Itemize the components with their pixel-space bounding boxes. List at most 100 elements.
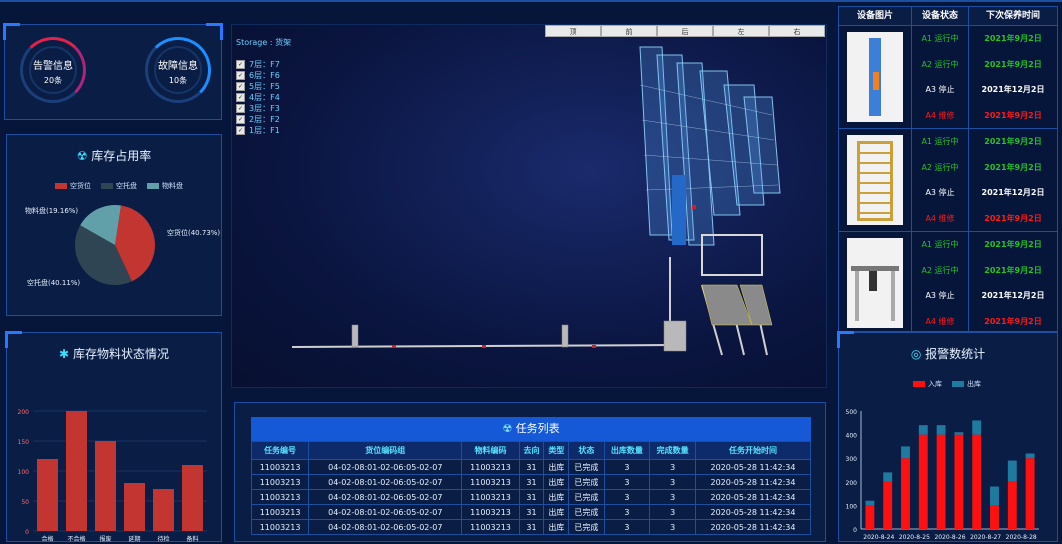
rack-lift-icon[interactable]	[847, 135, 903, 225]
legend-item[interactable]: 出库	[952, 379, 981, 389]
task-list-title: 任务列表	[515, 422, 560, 435]
device-rows: A1 运行中 A2 运行中 A3 停止 A4 维修 2021年9月2日 2021年9月2日…	[839, 26, 1057, 335]
task-cell: 04-02-08:01-02-06:05-02-07	[308, 474, 463, 490]
vertical-lift-icon[interactable]	[847, 32, 903, 122]
task-header-cell[interactable]: 货位编码组	[308, 441, 463, 460]
task-cell: 已完成	[568, 489, 605, 505]
alarm-gauge[interactable]: 告警信息 20条	[20, 37, 86, 103]
warehouse-3d-model	[291, 46, 781, 356]
x-tick-label: 2020-8-27	[970, 534, 1001, 541]
alarm-gauge-label: 告警信息	[33, 61, 73, 72]
device-status: A1 运行中	[921, 137, 959, 147]
task-header-cell[interactable]: 完成数量	[649, 441, 696, 460]
device-status-cell: A1 运行中 A2 运行中 A3 停止 A4 维修	[912, 232, 969, 334]
inventory-usage-title-row: ☢ 库存占用率	[7, 147, 221, 164]
legend-item[interactable]: 入库	[913, 379, 942, 389]
task-list-panel: ☢ 任务列表 任务编号 货位编码组 物料编码 去向 类型 状态 出库数量 完成数量 任务开始时间…	[234, 402, 826, 542]
bar	[124, 483, 145, 531]
view-front-button[interactable]: 前	[601, 25, 657, 37]
biohazard-icon: ☢	[502, 422, 513, 435]
task-cell: 04-02-08:01-02-06:05-02-07	[308, 489, 463, 505]
fault-gauge[interactable]: 故障信息 10条	[145, 37, 211, 103]
device-status: A4 维修	[925, 213, 955, 223]
gauges-panel: 告警信息 20条 故障信息 10条	[3, 23, 223, 120]
legend-label: 入库	[928, 380, 942, 388]
stacked-bar-segment	[1025, 458, 1035, 529]
task-cell: 11003213	[461, 504, 520, 520]
stacked-bar-segment	[972, 420, 982, 435]
bar	[182, 465, 203, 531]
panel-corner	[206, 23, 223, 40]
stacked-bar-segment	[990, 486, 999, 506]
stacked-bar-segment	[990, 505, 999, 529]
panel-corner	[3, 23, 20, 40]
task-cell: 3	[603, 474, 651, 490]
x-tick-label: 备料	[186, 535, 198, 543]
bar	[37, 459, 58, 531]
device-status: A3 停止	[925, 85, 955, 95]
view-right-button[interactable]: 右	[769, 25, 825, 37]
device-row: A1 运行中 A2 运行中 A3 停止 A4 维修 2021年9月2日 2021年9月2日…	[839, 232, 1057, 335]
y-tick-label: 0	[853, 527, 857, 534]
device-table: 设备图片 设备状态 下次保养时间 A1 运行中 A2 运行中 A3 停止 A4 维修 2…	[838, 6, 1058, 335]
x-tick-label: 报废	[99, 535, 111, 543]
maintenance-date-cell: 2021年9月2日 2021年9月2日 2021年12月2日 2021年9月2日	[969, 232, 1057, 334]
task-cell: 3	[603, 459, 651, 475]
task-list-header-bar: ☢ 任务列表	[251, 417, 811, 441]
device-status: A4 维修	[925, 316, 955, 326]
storage-3d-view[interactable]: Storage : 货架 ✓ 7层：F7 ✓ 6层：F6 ✓ 5层：F5 ✓ 4层：F4 ✓ 3层…	[231, 24, 827, 388]
bar	[153, 489, 174, 531]
table-row[interactable]: 11003213 04-02-08:01-02-06:05-02-07 110032…	[250, 489, 812, 505]
maintenance-date-cell: 2021年9月2日 2021年9月2日 2021年12月2日 2021年9月2日	[969, 26, 1057, 128]
task-cell: 04-02-08:01-02-06:05-02-07	[308, 459, 463, 475]
table-row[interactable]: 11003213 04-02-08:01-02-06:05-02-07 110032…	[250, 459, 812, 475]
stacked-bar-segment	[936, 434, 946, 529]
task-header-cell[interactable]: 类型	[543, 441, 570, 460]
stacked-bar-segment	[918, 425, 928, 435]
y-tick-label: 300	[846, 456, 858, 463]
device-image-cell	[839, 232, 912, 334]
task-cell: 31	[518, 519, 545, 535]
task-cell: 3	[649, 489, 696, 505]
bar	[66, 411, 87, 531]
stacked-bar-segment	[865, 500, 875, 506]
alarm-stats-title: 报警数统计	[925, 347, 986, 361]
x-tick-label: 2020-8-26	[934, 534, 965, 541]
view-back-button[interactable]: 后	[657, 25, 713, 37]
device-status: A2 运行中	[921, 59, 959, 69]
maintenance-date: 2021年12月2日	[981, 188, 1045, 198]
table-row[interactable]: 11003213 04-02-08:01-02-06:05-02-07 110032…	[250, 474, 812, 490]
task-cell: 3	[649, 459, 696, 475]
task-cell: 31	[518, 474, 545, 490]
view-left-button[interactable]: 左	[713, 25, 769, 37]
task-cell: 出库	[543, 489, 570, 505]
view-top-button[interactable]: 顶	[545, 25, 601, 37]
device-table-header: 设备图片 设备状态 下次保养时间	[839, 7, 1057, 26]
y-tick-label: 50	[21, 499, 29, 506]
y-tick-label: 200	[846, 480, 858, 487]
task-cell: 出库	[543, 519, 570, 535]
stacked-bar-segment	[1007, 460, 1017, 482]
maintenance-date-cell: 2021年9月2日 2021年9月2日 2021年12月2日 2021年9月2日	[969, 129, 1057, 231]
stacked-bar-segment	[883, 481, 893, 529]
task-cell: 出库	[543, 474, 570, 490]
task-header-cell[interactable]: 物料编码	[461, 441, 520, 460]
gantry-robot-icon[interactable]	[847, 238, 903, 328]
task-header-cell[interactable]: 任务开始时间	[694, 441, 812, 460]
task-header-cell[interactable]: 任务编号	[250, 441, 310, 460]
task-cell: 已完成	[568, 519, 605, 535]
task-table-body: 11003213 04-02-08:01-02-06:05-02-07 110032…	[250, 459, 812, 535]
stacked-bar-segment	[936, 425, 946, 435]
table-row[interactable]: 11003213 04-02-08:01-02-06:05-02-07 110032…	[250, 519, 812, 535]
task-cell: 已完成	[568, 474, 605, 490]
table-row[interactable]: 11003213 04-02-08:01-02-06:05-02-07 110032…	[250, 504, 812, 520]
device-status: A4 维修	[925, 110, 955, 120]
top-border-line	[0, 0, 1062, 2]
x-tick-label: 2020-8-28	[1006, 534, 1037, 541]
task-header-cell[interactable]: 状态	[568, 441, 605, 460]
legend-swatch	[952, 381, 964, 387]
y-tick-label: 0	[25, 529, 29, 536]
stacked-bar-segment	[954, 432, 964, 435]
task-header-cell[interactable]: 去向	[518, 441, 545, 460]
task-header-cell[interactable]: 出库数量	[603, 441, 651, 460]
